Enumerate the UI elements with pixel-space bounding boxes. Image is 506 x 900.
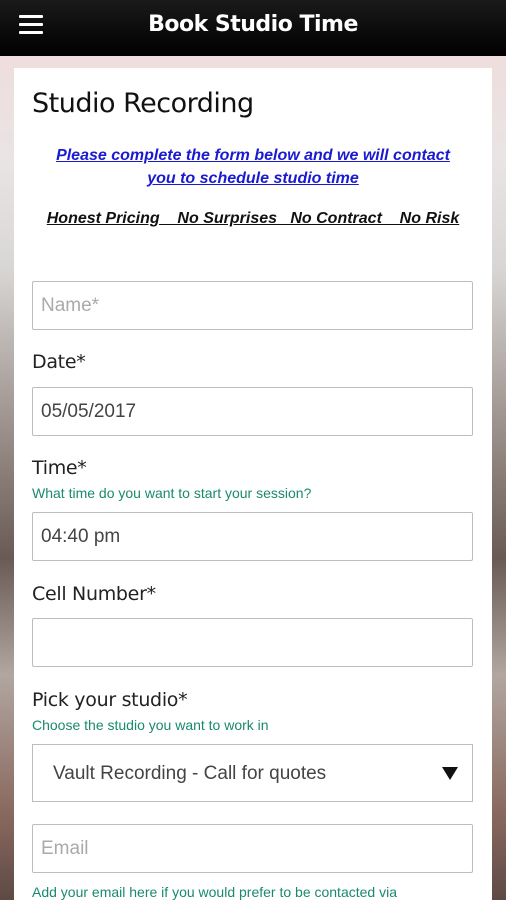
page-title: Studio Recording (32, 88, 254, 119)
date-input[interactable] (41, 388, 464, 435)
date-field[interactable] (32, 387, 473, 436)
studio-hint: Choose the studio you want to work in (32, 717, 269, 733)
top-app-bar: Book Studio Time (0, 0, 506, 56)
perks-text: Honest Pricing No Surprises No Contract … (46, 210, 460, 227)
email-input[interactable] (41, 825, 464, 872)
studio-label: Pick your studio* (32, 689, 188, 711)
studio-select[interactable]: Vault Recording - Call for quotes (32, 744, 473, 802)
name-field[interactable] (32, 281, 473, 330)
studio-select-value: Vault Recording - Call for quotes (53, 763, 327, 784)
time-input[interactable] (41, 513, 464, 560)
dropdown-caret-icon (442, 767, 458, 780)
name-input[interactable] (41, 282, 464, 329)
intro-link[interactable]: Please complete the form below and we wi… (14, 144, 492, 190)
app-title: Book Studio Time (148, 12, 358, 37)
email-field[interactable] (32, 824, 473, 873)
date-label: Date* (32, 351, 86, 373)
time-field[interactable] (32, 512, 473, 561)
cell-number-field[interactable] (32, 618, 473, 667)
time-label: Time* (32, 457, 87, 479)
form-card: Studio Recording Please complete the for… (14, 68, 492, 900)
time-hint: What time do you want to start your sess… (32, 485, 312, 501)
cell-number-label: Cell Number* (32, 583, 156, 605)
email-hint: Add your email here if you would prefer … (32, 884, 397, 900)
cell-number-input[interactable] (41, 619, 464, 666)
